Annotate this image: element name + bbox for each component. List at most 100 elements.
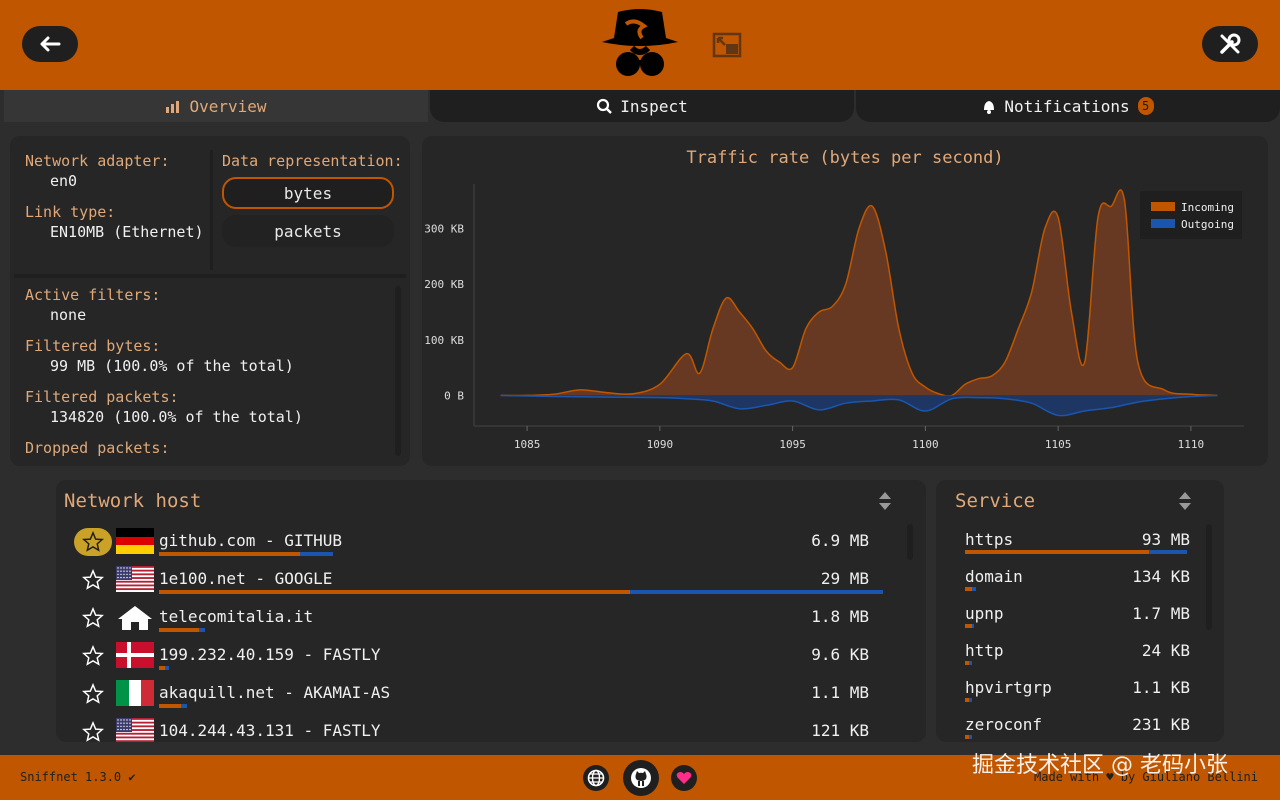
flag-icon: [116, 680, 154, 710]
chart-x-tick-label: 1085: [514, 438, 541, 451]
watermark: 掘金技术社区 @ 老码小张: [972, 753, 1228, 778]
table-row[interactable]: http 24 KB: [936, 635, 1204, 673]
back-button[interactable]: [22, 26, 78, 62]
link-type-label: Link type:: [25, 203, 116, 221]
dropped-packets-label: Dropped packets:: [25, 439, 170, 457]
chart-series-incoming-area: [500, 189, 1218, 397]
chart-legend-swatch: [1151, 202, 1175, 211]
incoming-bar: [159, 704, 181, 708]
packets-button-label: packets: [274, 221, 342, 241]
filtered-packets-value: 134820 (100.0% of the total): [50, 408, 303, 426]
chart-x-tick-label: 1110: [1178, 438, 1205, 451]
tab-bar: Overview Inspect Notifications 5: [0, 90, 1280, 122]
service-title: Service: [955, 490, 1036, 512]
outgoing-bar: [969, 735, 972, 739]
table-row[interactable]: 104.244.43.131 - FASTLY 121 KB: [56, 714, 906, 742]
flag-icon: [116, 718, 154, 742]
table-row[interactable]: github.com - GITHUB 6.9 MB: [56, 524, 906, 562]
sort-arrows-icon[interactable]: [1176, 490, 1194, 512]
version-label: Sniffnet 1.3.0 ✔: [20, 770, 136, 784]
service-name: http: [965, 641, 1004, 660]
heart-icon[interactable]: [671, 765, 697, 791]
filters-block: Active filters: none Filtered bytes: 99 …: [25, 286, 385, 458]
host-name: 1e100.net - GOOGLE: [159, 569, 333, 588]
star-icon[interactable]: [74, 642, 112, 670]
incoming-bar: [159, 628, 199, 632]
globe-icon[interactable]: [583, 765, 609, 791]
table-row[interactable]: hpvirtgrp 1.1 KB: [936, 672, 1204, 710]
chart-legend-swatch: [1151, 219, 1175, 228]
host-name: 199.232.40.159 - FASTLY: [159, 645, 381, 664]
traffic-chart: 0 B 100 KB 200 KB 300 KB 1085 1090 1095 1100 110…: [424, 184, 1244, 451]
host-size: 1.1 MB: [811, 683, 869, 702]
picture-in-picture-icon[interactable]: [712, 32, 742, 62]
traffic-chart-panel: Traffic rate (bytes per second) 0 B 100 K…: [422, 136, 1268, 466]
table-row[interactable]: 199.232.40.159 - FASTLY 9.6 KB: [56, 638, 906, 676]
tab-inspect[interactable]: Inspect: [430, 90, 854, 122]
bytes-button[interactable]: bytes: [222, 177, 394, 209]
outgoing-bar: [629, 590, 883, 594]
header: [0, 0, 1280, 90]
service-name: https: [965, 530, 1014, 549]
notifications-badge: 5: [1137, 97, 1154, 115]
active-filters-label: Active filters:: [25, 286, 161, 304]
tab-inspect-label: Inspect: [620, 96, 688, 116]
service-name: domain: [965, 567, 1023, 586]
settings-button[interactable]: [1202, 26, 1258, 62]
tab-notifications[interactable]: Notifications 5: [856, 90, 1280, 122]
star-icon[interactable]: [74, 566, 112, 594]
network-host-panel: Network host github.com - GITHUB 6.9 MB …: [56, 480, 926, 742]
host-name: github.com - GITHUB: [159, 531, 343, 550]
star-icon[interactable]: [74, 528, 112, 556]
adapter-label: Network adapter:: [25, 152, 170, 170]
service-size: 134 KB: [1132, 567, 1190, 586]
host-scrollbar[interactable]: [907, 524, 913, 560]
tab-overview[interactable]: Overview: [4, 90, 428, 122]
service-size: 93 MB: [1141, 530, 1190, 549]
incoming-bar: [965, 587, 972, 591]
host-name: 104.244.43.131 - FASTLY: [159, 721, 381, 740]
sort-arrows-icon[interactable]: [876, 490, 894, 512]
service-panel: Service https 93 MB domain 134 KB upnp 1…: [936, 480, 1224, 742]
bytes-button-label: bytes: [283, 183, 333, 203]
info-panel: Network adapter: en0 Link type: EN10MB (…: [10, 136, 410, 466]
table-row[interactable]: domain 134 KB: [936, 561, 1204, 599]
star-icon[interactable]: [74, 680, 112, 708]
outgoing-bar: [1149, 550, 1187, 554]
table-row[interactable]: akaquill.net - AKAMAI-AS 1.1 MB: [56, 676, 906, 714]
outgoing-bar: [969, 661, 972, 665]
wrench-screwdriver-icon: [1220, 33, 1241, 54]
chart-icon: [166, 101, 180, 113]
adapter-value: en0: [50, 172, 78, 190]
star-icon[interactable]: [74, 718, 112, 742]
chart-series-outgoing-area: [500, 395, 1218, 416]
table-row[interactable]: telecomitalia.it 1.8 MB: [56, 600, 906, 638]
adapter-block: Network adapter: en0 Link type: EN10MB (…: [25, 152, 204, 241]
table-row[interactable]: zeroconf 231 KB: [936, 709, 1204, 742]
chart-y-tick-label: 0 B: [444, 389, 464, 402]
service-size: 231 KB: [1132, 715, 1190, 734]
chart-x-tick-label: 1100: [912, 438, 939, 451]
flag-icon: [116, 566, 154, 596]
info-scrollbar[interactable]: [395, 286, 401, 456]
table-row[interactable]: 1e100.net - GOOGLE 29 MB: [56, 562, 906, 600]
service-scrollbar[interactable]: [1206, 524, 1212, 630]
table-row[interactable]: https 93 MB: [936, 524, 1204, 562]
outgoing-bar: [971, 624, 974, 628]
host-size: 29 MB: [820, 569, 869, 588]
table-row[interactable]: upnp 1.7 MB: [936, 598, 1204, 636]
magnifier-icon: [597, 98, 613, 114]
filtered-packets-label: Filtered packets:: [25, 388, 179, 406]
incoming-bar: [965, 624, 972, 628]
chart-legend-box: [1140, 191, 1242, 239]
data-representation-label: Data representation:: [222, 152, 403, 170]
packets-button[interactable]: packets: [222, 215, 394, 247]
chart-x-tick-label: 1090: [647, 438, 674, 451]
star-icon[interactable]: [74, 604, 112, 632]
github-icon[interactable]: [623, 760, 659, 796]
flag-icon: [116, 528, 154, 558]
incoming-bar: [159, 552, 301, 556]
spy-hat-logo-icon: [592, 6, 688, 90]
tab-notifications-label: Notifications: [1004, 96, 1130, 116]
active-filters-value: none: [50, 306, 87, 324]
